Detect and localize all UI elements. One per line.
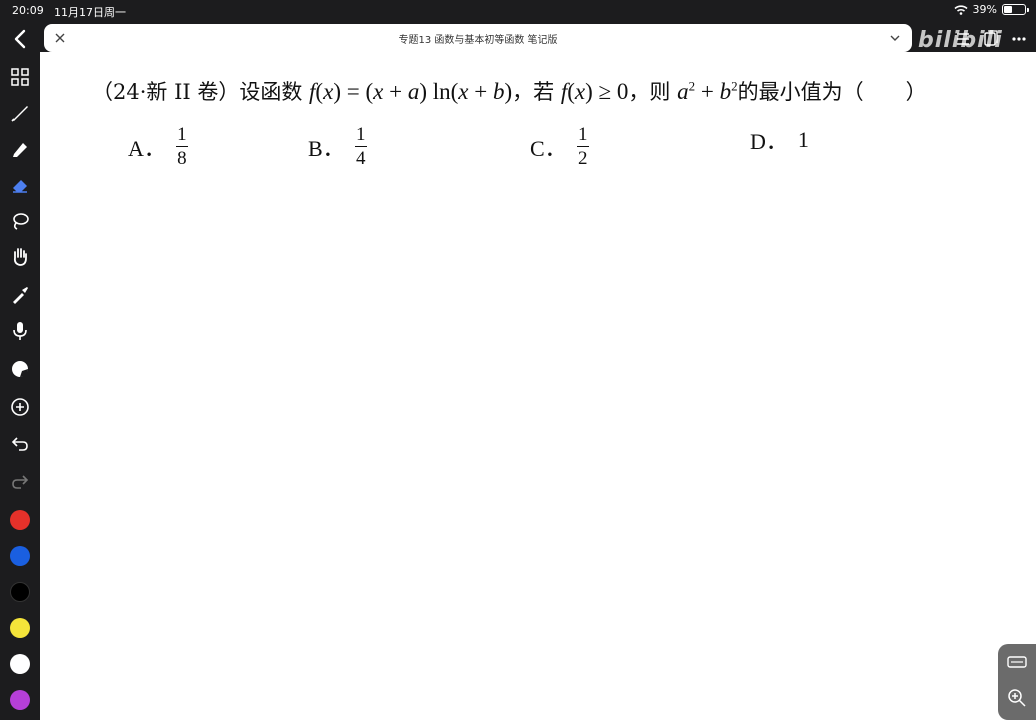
option-label: D． [750, 129, 788, 154]
color-red[interactable] [10, 510, 30, 530]
pages-icon[interactable] [982, 30, 1000, 48]
keyboard-icon[interactable] [1007, 652, 1027, 672]
option-b: B． 14 [308, 124, 367, 169]
chevron-down-icon[interactable] [888, 31, 902, 45]
option-label: C． [530, 135, 567, 161]
battery-fill [1004, 6, 1012, 13]
battery-percent: 39% [972, 3, 997, 16]
question-text: （24·新 II 卷）设函数 f(x) = (x + a) ln(x + b)，… [92, 76, 992, 106]
question-cond-word: ，若 [512, 80, 555, 104]
eraser-icon[interactable] [9, 174, 31, 196]
back-icon[interactable] [8, 26, 34, 52]
denominator: 4 [355, 148, 366, 169]
toolbar-right [954, 30, 1028, 48]
status-date: 11月17日周一 [54, 6, 126, 19]
option-d: D． 1 [750, 124, 809, 156]
option-a: A． 18 [128, 124, 188, 169]
option-fraction: 18 [175, 124, 188, 169]
option-c: C． 12 [530, 124, 589, 169]
zoom-in-icon[interactable] [1007, 688, 1027, 708]
question-suffix: 的最小值为（ ） [737, 80, 927, 104]
numerator: 1 [355, 124, 366, 145]
numerator: 1 [577, 124, 588, 145]
status-bar: 20:09 11月17日周一 39% [0, 0, 1036, 22]
denominator: 8 [177, 148, 187, 169]
status-right: 39% [954, 3, 1029, 16]
undo-icon[interactable] [9, 432, 31, 454]
question-then-word: ，则 [628, 80, 671, 104]
more-icon[interactable] [1010, 30, 1028, 48]
function-formula: f(x) = (x + a) ln(x + b) [309, 79, 513, 104]
color-blue[interactable] [10, 546, 30, 566]
list-icon[interactable] [954, 30, 972, 48]
pen-icon[interactable] [9, 102, 31, 124]
color-black[interactable] [10, 582, 30, 602]
color-purple[interactable] [10, 690, 30, 710]
option-label: A． [128, 135, 166, 161]
marker-icon[interactable] [9, 138, 31, 160]
numerator: 1 [177, 124, 187, 145]
target-expression: a2 + b2 [677, 78, 738, 104]
pages-grid-icon[interactable] [9, 66, 31, 88]
document-tab[interactable]: 专题13 函数与基本初等函数 笔记版 [44, 24, 912, 52]
option-value: 1 [797, 127, 809, 152]
denominator: 2 [577, 148, 588, 169]
wifi-icon [954, 4, 968, 15]
pipette-icon[interactable] [9, 284, 31, 306]
battery-icon [1002, 4, 1029, 15]
tool-rail [0, 56, 40, 720]
microphone-icon[interactable] [9, 320, 31, 342]
color-yellow[interactable] [10, 618, 30, 638]
document-title: 专题13 函数与基本初等函数 笔记版 [398, 35, 558, 46]
hand-icon[interactable] [9, 246, 31, 268]
question-prefix: （24·新 II 卷）设函数 [92, 80, 303, 104]
redo-icon[interactable] [9, 470, 31, 492]
condition-formula: f(x) ≥ 0 [560, 79, 629, 104]
side-panel [998, 644, 1036, 720]
add-icon[interactable] [9, 396, 31, 418]
document-page[interactable]: （24·新 II 卷）设函数 f(x) = (x + a) ln(x + b)，… [40, 52, 1036, 720]
sticker-icon[interactable] [9, 358, 31, 380]
option-fraction: 14 [354, 124, 367, 169]
option-label: B． [308, 135, 345, 161]
color-white[interactable] [10, 654, 30, 674]
lasso-icon[interactable] [9, 210, 31, 232]
status-time: 20:09 [12, 4, 44, 17]
option-fraction: 12 [576, 124, 589, 169]
